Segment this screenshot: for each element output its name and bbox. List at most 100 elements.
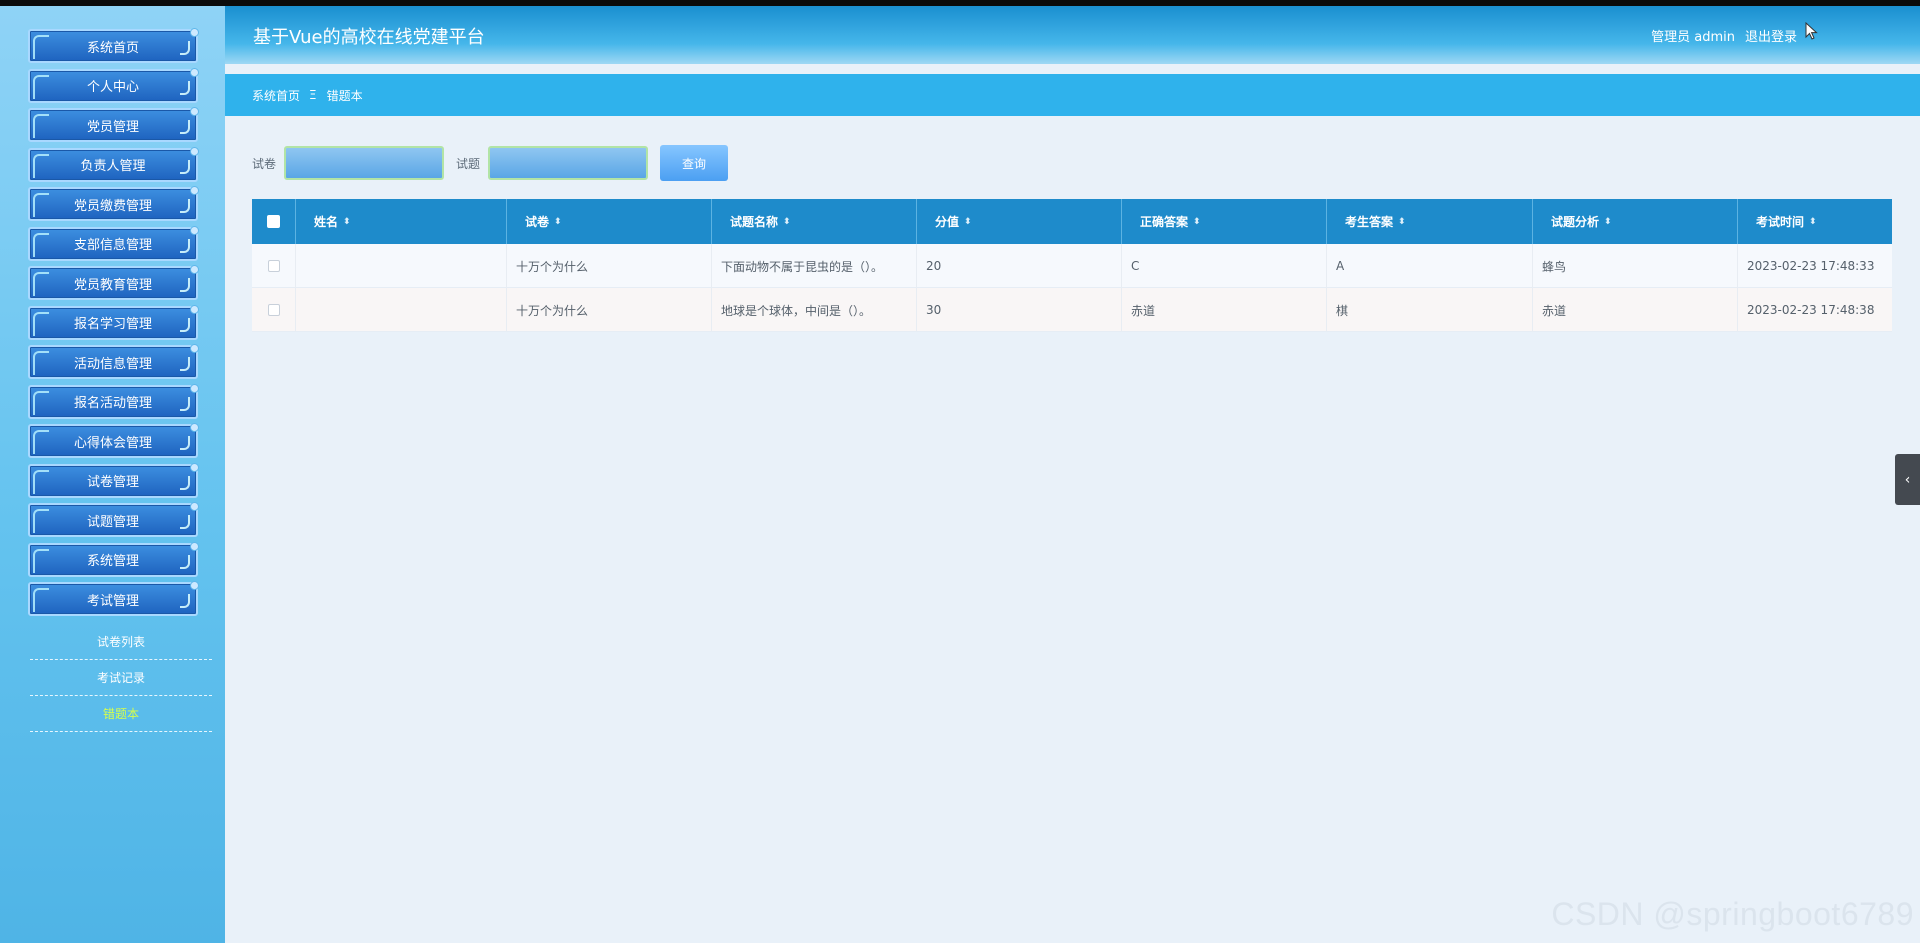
sidebar-item-questions[interactable]: 试题管理 [28, 502, 199, 537]
sort-icon[interactable]: ⬍ [554, 217, 562, 227]
cell-question: 地球是个球体，中间是（）。 [712, 288, 917, 332]
column-header-label: 分值 [935, 215, 960, 229]
chevron-left-icon: ‹ [1904, 471, 1911, 488]
ornament-icon [33, 272, 49, 296]
ornament-dot-icon [190, 423, 199, 432]
ornament-icon [180, 436, 190, 450]
ornament-dot-icon [190, 67, 199, 77]
sidebar-item-education[interactable]: 党员教育管理 [28, 265, 199, 300]
cell-name [296, 244, 507, 288]
column-header-analysis[interactable]: 试题分析 ⬍ [1533, 199, 1738, 244]
column-header-name[interactable]: 姓名 ⬍ [296, 199, 507, 244]
cell-paper: 十万个为什么 [507, 288, 712, 332]
sort-icon[interactable]: ⬍ [1398, 217, 1406, 227]
sidebar-item-papers[interactable]: 试卷管理 [28, 462, 199, 498]
ornament-icon [180, 199, 190, 213]
sidebar-item-label: 试卷管理 [86, 475, 139, 490]
ornament-dot-icon [190, 581, 199, 590]
sidebar-item-members[interactable]: 党员管理 [28, 107, 199, 142]
cell-score: 20 [917, 244, 1122, 288]
sidebar-item-label: 心得体会管理 [73, 435, 152, 451]
logout-link[interactable]: 退出登录 [1745, 26, 1797, 45]
ornament-icon [33, 114, 49, 138]
column-header-exam-time[interactable]: 考试时间 ⬍ [1738, 199, 1892, 244]
cell-paper: 十万个为什么 [507, 244, 712, 288]
sort-icon[interactable]: ⬍ [1604, 217, 1612, 227]
ornament-icon [180, 594, 190, 608]
ornament-icon [33, 193, 49, 217]
sidebar-item-activity-signup[interactable]: 报名活动管理 [28, 383, 199, 419]
table-header: 姓名 ⬍ 试卷 ⬍ 试题名称 ⬍ 分值 ⬍ 正确答案 ⬍ 考生答案 ⬍ 试题分析 ⬍ 考试时间… [252, 199, 1892, 244]
question-input[interactable] [488, 146, 649, 180]
sidebar-item-leaders[interactable]: 负责人管理 [28, 146, 199, 182]
table-row[interactable]: 十万个为什么 地球是个球体，中间是（）。 30 赤道 棋 赤道 2023-02-… [252, 288, 1892, 332]
sidebar-item-label: 系统首页 [86, 40, 139, 56]
submenu-item-exam-records[interactable]: 考试记录 [30, 660, 212, 696]
ornament-icon [33, 311, 49, 336]
column-header-student-answer[interactable]: 考生答案 ⬍ [1327, 199, 1533, 244]
submenu-item-wrong-questions[interactable]: 错题本 [30, 696, 212, 732]
sort-icon[interactable]: ⬍ [343, 217, 351, 227]
ornament-icon [180, 357, 190, 371]
sidebar-item-label: 个人中心 [86, 80, 139, 95]
sort-icon[interactable]: ⬍ [783, 217, 791, 227]
watermark: CSDN @springboot6789 [1551, 896, 1914, 932]
ornament-icon [33, 390, 49, 415]
sidebar-item-study-signup[interactable]: 报名学习管理 [28, 304, 199, 340]
ornament-icon [180, 80, 190, 95]
sidebar-item-activities[interactable]: 活动信息管理 [28, 344, 199, 379]
sidebar: 系统首页 个人中心 党员管理 负责人管理 党员缴费管理 支部信息管理 党员教育管… [0, 6, 225, 943]
sidebar-item-exams[interactable]: 考试管理 [28, 581, 199, 616]
submenu-item-paper-list[interactable]: 试卷列表 [30, 624, 212, 660]
search-bar: 试卷 试题 查询 [252, 145, 729, 181]
column-header-label: 姓名 [314, 215, 339, 229]
sidebar-item-branch[interactable]: 支部信息管理 [28, 225, 199, 261]
cell-student-answer: 棋 [1327, 288, 1533, 332]
table-row[interactable]: 十万个为什么 下面动物不属于昆虫的是（）。 20 C A 蜂鸟 2023-02-… [252, 244, 1892, 288]
ornament-dot-icon [190, 107, 199, 116]
sidebar-item-label: 负责人管理 [80, 159, 146, 174]
sort-icon[interactable]: ⬍ [964, 217, 972, 227]
paper-input[interactable] [284, 146, 445, 180]
breadcrumb: 系统首页 Ξ 错题本 [225, 74, 1920, 116]
wrong-questions-table: 姓名 ⬍ 试卷 ⬍ 试题名称 ⬍ 分值 ⬍ 正确答案 ⬍ 考生答案 ⬍ 试题分析 ⬍ 考试时间… [252, 199, 1892, 332]
breadcrumb-separator-icon: Ξ [309, 88, 317, 102]
sidebar-item-system[interactable]: 系统管理 [28, 541, 199, 577]
sort-icon[interactable]: ⬍ [1809, 217, 1817, 227]
sidebar-menu: 系统首页 个人中心 党员管理 负责人管理 党员缴费管理 支部信息管理 党员教育管… [28, 28, 199, 622]
ornament-icon [33, 509, 49, 533]
ornament-dot-icon [190, 304, 199, 314]
row-checkbox[interactable] [267, 304, 280, 316]
cell-student-answer: A [1327, 244, 1533, 288]
sidebar-item-profile[interactable]: 个人中心 [28, 67, 199, 103]
column-header-paper[interactable]: 试卷 ⬍ [507, 199, 712, 244]
column-header-score[interactable]: 分值 ⬍ [917, 199, 1122, 244]
cell-score: 30 [917, 288, 1122, 332]
column-header-question[interactable]: 试题名称 ⬍ [712, 199, 917, 244]
sidebar-item-home[interactable]: 系统首页 [28, 28, 199, 63]
ornament-dot-icon [190, 265, 199, 274]
sidebar-item-label: 系统管理 [86, 554, 139, 569]
row-checkbox[interactable] [267, 260, 280, 272]
select-all-checkbox[interactable] [267, 215, 280, 228]
ornament-icon [33, 351, 49, 375]
sidebar-item-label: 党员教育管理 [73, 277, 152, 293]
collapse-handle[interactable]: ‹ [1895, 454, 1920, 505]
ornament-icon [180, 41, 190, 55]
ornament-icon [180, 475, 190, 490]
sidebar-item-label: 活动信息管理 [73, 356, 152, 372]
sort-icon[interactable]: ⬍ [1193, 217, 1201, 227]
sidebar-item-label: 考试管理 [86, 593, 139, 609]
query-button[interactable]: 查询 [660, 145, 729, 181]
column-header-correct-answer[interactable]: 正确答案 ⬍ [1122, 199, 1327, 244]
cell-analysis: 赤道 [1533, 288, 1738, 332]
ornament-icon [180, 554, 190, 569]
sidebar-item-reflections[interactable]: 心得体会管理 [28, 423, 199, 458]
breadcrumb-home[interactable]: 系统首页 [252, 87, 300, 104]
ornament-dot-icon [190, 502, 199, 511]
sidebar-item-fees[interactable]: 党员缴费管理 [28, 186, 199, 221]
ornament-icon [33, 35, 49, 59]
ornament-icon [33, 469, 49, 494]
cell-correct-answer: C [1122, 244, 1327, 288]
ornament-dot-icon [190, 28, 199, 37]
